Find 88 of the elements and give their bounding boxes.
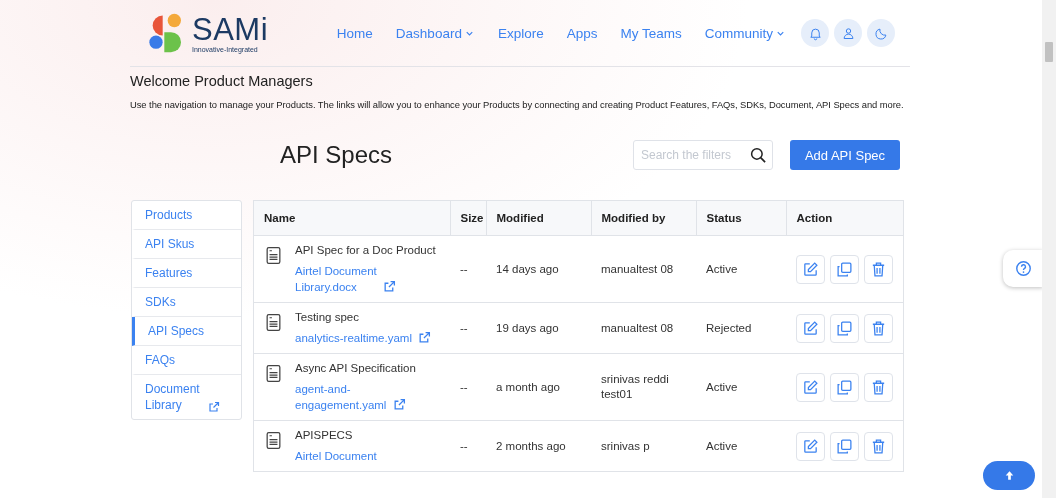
- edit-button[interactable]: [796, 313, 825, 343]
- delete-button[interactable]: [864, 313, 893, 343]
- delete-button[interactable]: [864, 254, 893, 284]
- add-api-spec-button[interactable]: Add API Spec: [790, 140, 900, 170]
- modified-cell: a month ago: [496, 380, 560, 393]
- document-icon: [264, 312, 283, 333]
- theme-button[interactable]: [867, 19, 895, 47]
- modified-cell: 2 months ago: [496, 439, 566, 452]
- size-cell: --: [460, 380, 468, 393]
- delete-button[interactable]: [864, 372, 893, 402]
- search-field[interactable]: Search the filters: [633, 140, 773, 170]
- moon-icon: [873, 25, 889, 41]
- scroll-top-button[interactable]: [983, 461, 1035, 490]
- logo-text: SAMi: [192, 13, 269, 45]
- modified-cell: 19 days ago: [496, 321, 559, 334]
- file-link[interactable]: Airtel Document: [295, 448, 378, 464]
- help-button[interactable]: [1003, 250, 1043, 287]
- spec-name: API Spec for a Doc Product: [295, 243, 437, 258]
- copy-button[interactable]: [830, 372, 859, 402]
- size-cell: --: [460, 321, 468, 334]
- size-cell: --: [460, 439, 468, 452]
- copy-icon: [836, 378, 853, 396]
- delete-button[interactable]: [864, 431, 893, 461]
- modified-cell: 14 days ago: [496, 262, 559, 275]
- file-link[interactable]: agent-and-engagement.yaml: [295, 381, 388, 413]
- nav-link[interactable]: Explore: [497, 25, 544, 41]
- trash-icon: [870, 378, 887, 396]
- copy-icon: [836, 319, 853, 337]
- copy-button[interactable]: [830, 431, 859, 461]
- external-link-icon: [208, 401, 220, 413]
- status-cell: Rejected: [706, 321, 752, 334]
- status-cell: Active: [706, 380, 738, 393]
- nav-link[interactable]: My Teams: [620, 25, 682, 41]
- nav-link[interactable]: Apps: [566, 25, 598, 41]
- column-header: Action: [786, 201, 903, 236]
- sidebar-item[interactable]: Products: [132, 201, 241, 230]
- nav-link[interactable]: Home: [336, 25, 373, 41]
- edit-button[interactable]: [796, 372, 825, 402]
- trash-icon: [870, 260, 887, 278]
- profile-button[interactable]: [834, 19, 862, 47]
- column-header: Modified by: [591, 201, 696, 236]
- spec-name: Testing spec: [295, 310, 360, 325]
- sidebar-item[interactable]: FAQs: [132, 346, 241, 375]
- file-link[interactable]: Airtel Document Library.docx: [295, 263, 378, 295]
- trash-icon: [870, 437, 887, 455]
- document-icon: [264, 430, 283, 451]
- sidebar-item[interactable]: SDKs: [132, 288, 241, 317]
- user-icon: [840, 25, 856, 41]
- spec-name: Async API Specification: [295, 361, 417, 376]
- edit-icon: [802, 378, 819, 396]
- notification-button[interactable]: [801, 19, 829, 47]
- copy-icon: [836, 437, 853, 455]
- search-icon: [749, 146, 767, 164]
- column-header: Status: [696, 201, 786, 236]
- edit-icon: [802, 319, 819, 337]
- modified-by-cell: manualtest 08: [601, 321, 674, 334]
- help-icon: [1014, 260, 1032, 277]
- status-cell: Active: [706, 439, 738, 452]
- intro-text: Use the navigation to manage your Products. The links will allow you to enhance your Products by connecting and creating Product Features, FAQs, SDKs, Document, API Specs and more.: [130, 99, 905, 110]
- file-link[interactable]: analytics-realtime.yaml: [295, 330, 413, 346]
- modified-by-cell: srinivas p: [601, 439, 650, 452]
- trash-icon: [870, 319, 887, 337]
- copy-icon: [836, 260, 853, 278]
- edit-icon: [802, 437, 819, 455]
- modified-by-cell: manualtest 08: [601, 262, 674, 275]
- edit-button[interactable]: [796, 431, 825, 461]
- sidebar-item[interactable]: API Skus: [132, 230, 241, 259]
- spec-name: APISPECS: [295, 428, 354, 443]
- welcome-heading: Welcome Product Managers: [130, 73, 314, 89]
- column-header: Name: [254, 201, 450, 236]
- document-icon: [264, 363, 283, 384]
- copy-button[interactable]: [830, 254, 859, 284]
- page-title: API Specs: [280, 141, 393, 169]
- modified-by-cell: srinivas reddi test01: [601, 373, 669, 400]
- document-icon: [264, 245, 283, 266]
- sidebar-item[interactable]: Features: [132, 259, 241, 288]
- nav-dropdown[interactable]: Community: [704, 25, 786, 41]
- size-cell: --: [460, 262, 468, 275]
- nav-dropdown[interactable]: Dashboard: [395, 25, 475, 41]
- column-header: Modified: [486, 201, 591, 236]
- sidebar-item[interactable]: Document Library: [132, 375, 241, 419]
- status-cell: Active: [706, 262, 738, 275]
- edit-button[interactable]: [796, 254, 825, 284]
- edit-icon: [802, 260, 819, 278]
- sidebar-item[interactable]: API Specs: [132, 317, 241, 346]
- copy-button[interactable]: [830, 313, 859, 343]
- bell-icon: [807, 25, 823, 41]
- column-header: Size: [450, 201, 486, 236]
